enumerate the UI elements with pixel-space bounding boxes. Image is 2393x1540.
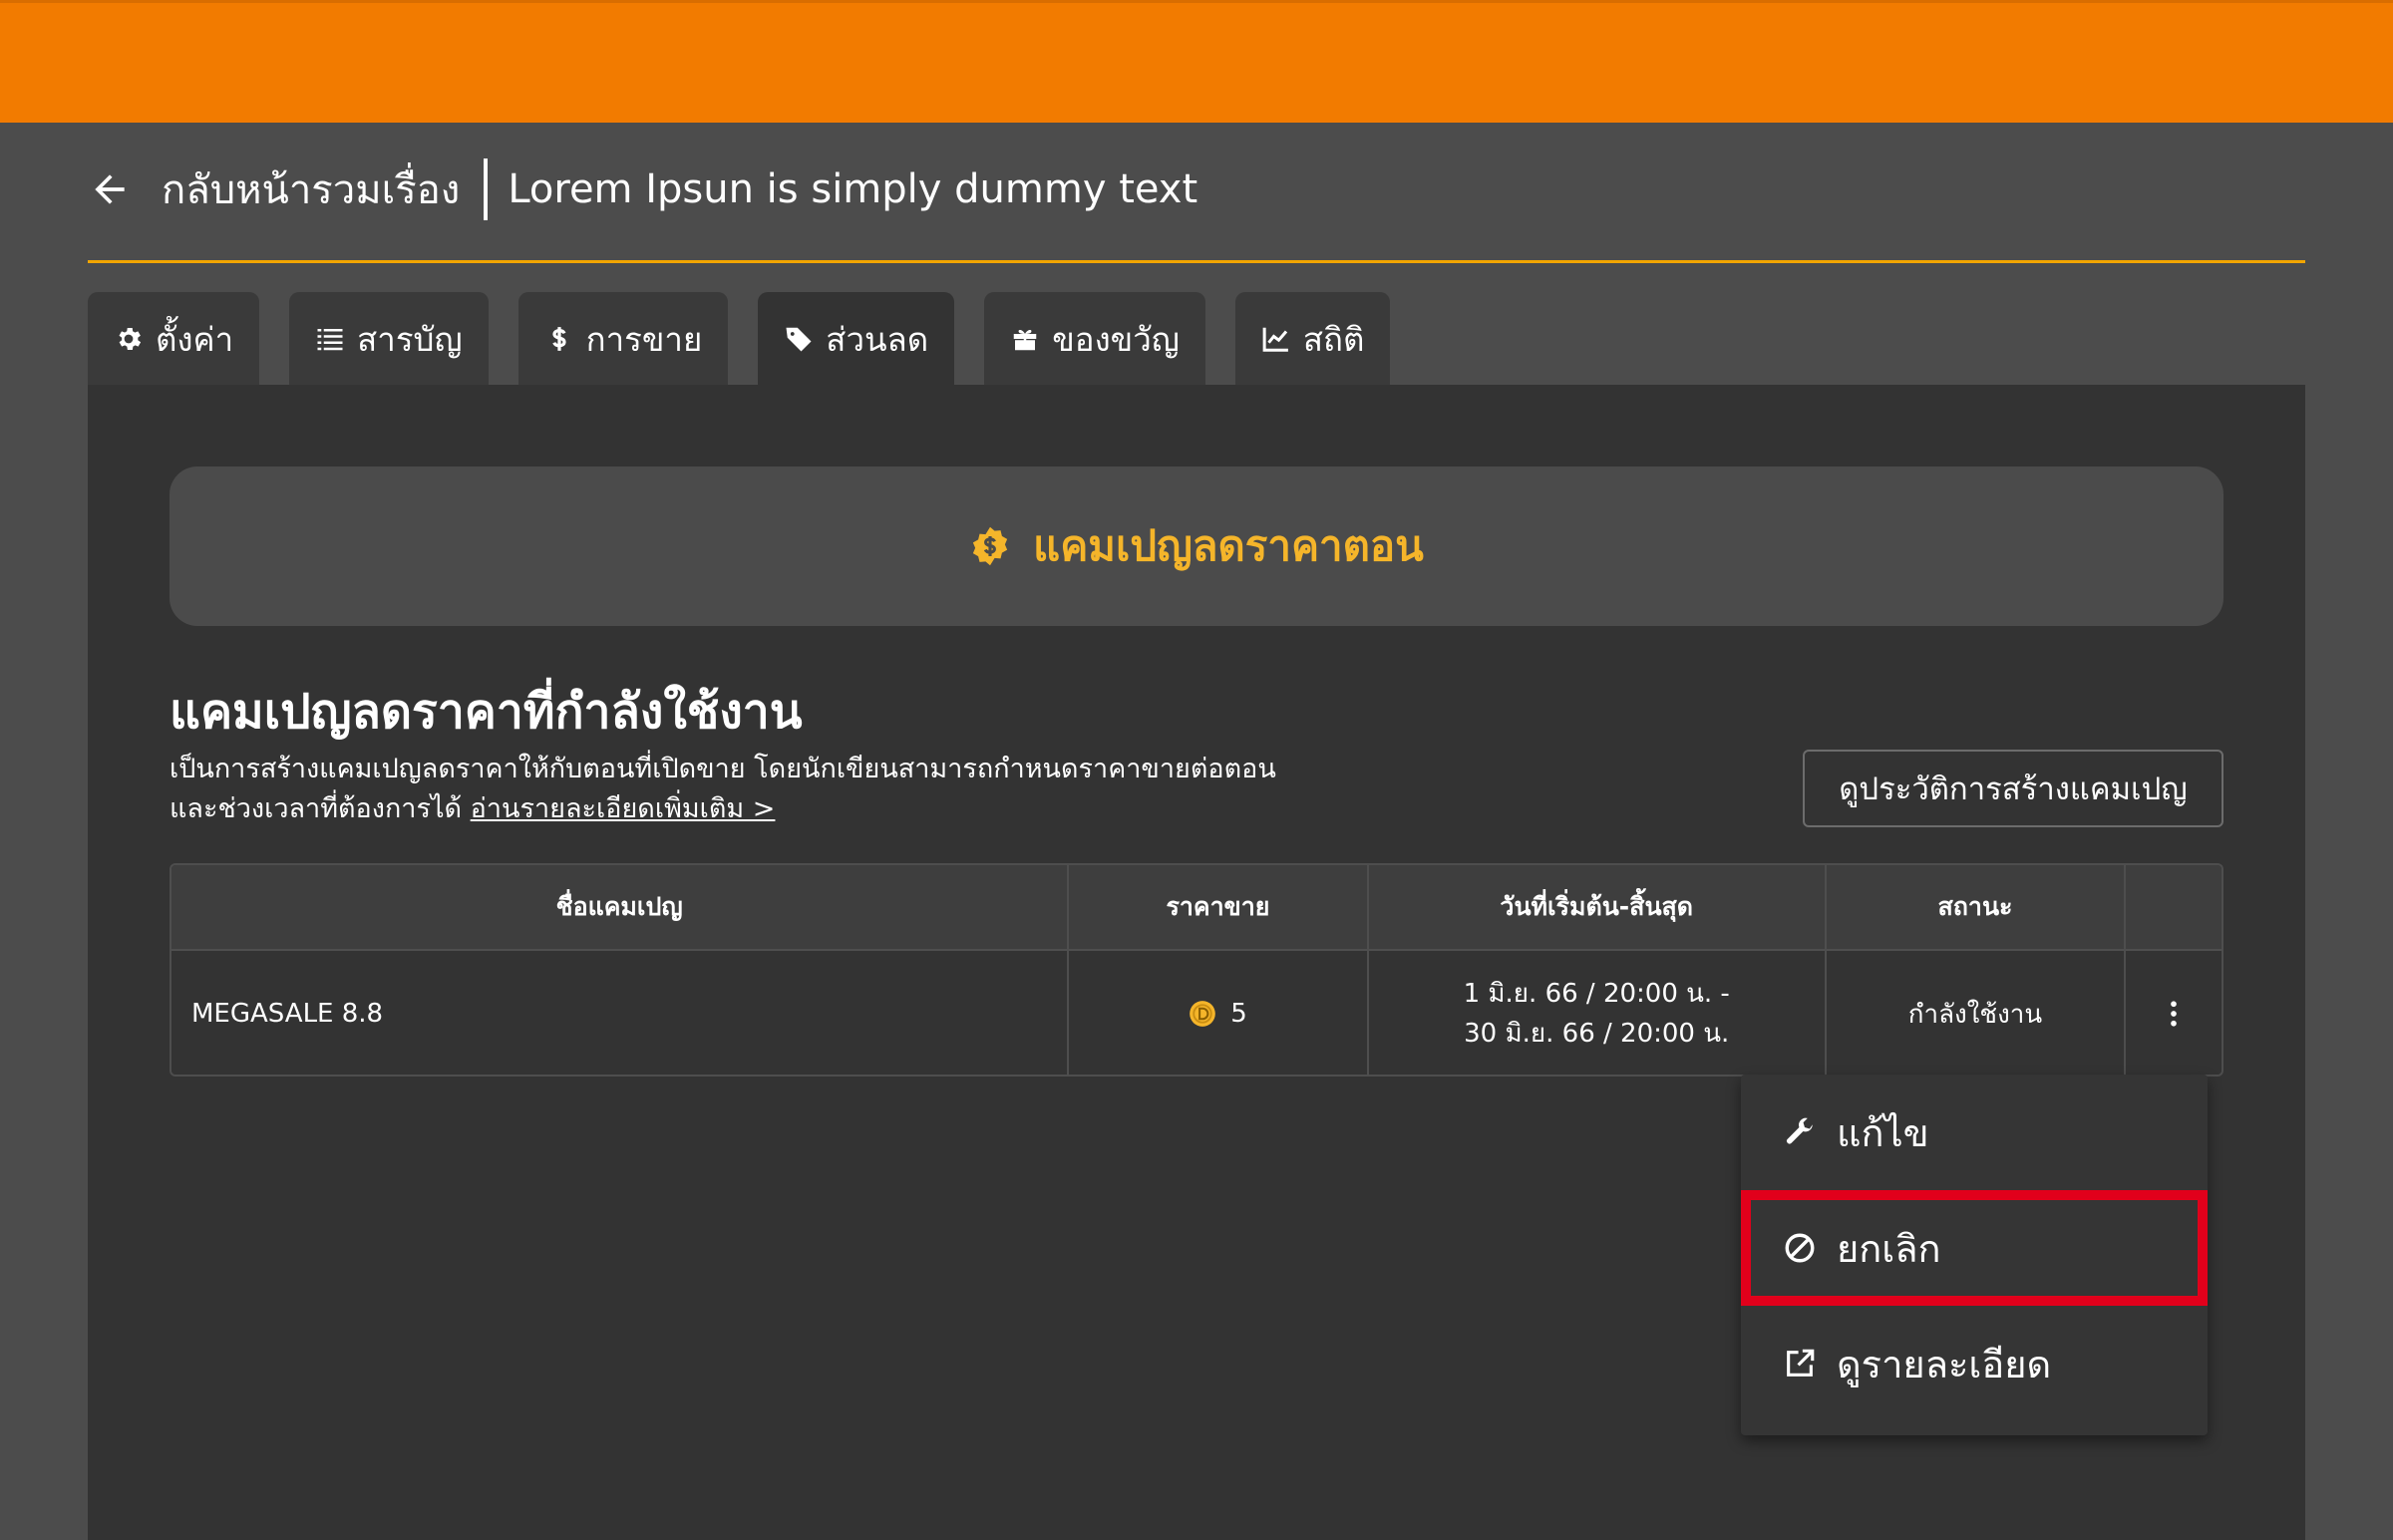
- campaign-history-button[interactable]: ดูประวัติการสร้างแคมเปญ: [1803, 750, 2223, 827]
- wrench-icon: [1786, 1117, 1813, 1144]
- dollar-icon: [551, 327, 566, 351]
- tab-gifts[interactable]: ของขวัญ: [984, 292, 1205, 386]
- gift-icon: [1013, 329, 1037, 351]
- description-line: และช่วงเวลาที่ต้องการได้ อ่านรายละเอียดเ…: [170, 789, 1426, 829]
- campaign-banner: แคมเปญลดราคาตอน: [170, 466, 2223, 626]
- page-title: Lorem Ipsun is simply dummy text: [508, 165, 1198, 212]
- menu-item-label: แก้ไข: [1837, 1110, 1929, 1155]
- tag-icon: [786, 327, 812, 352]
- tab-contents[interactable]: สารบัญ: [289, 292, 489, 386]
- list-icon: [317, 329, 343, 351]
- description-text: และช่วงเวลาที่ต้องการได้: [170, 793, 463, 824]
- table-row: MEGASALE 8.8 5 1 มิ.ย. 66 / 20:00 น. - 3…: [171, 951, 2222, 1075]
- tab-stats[interactable]: สถิติ: [1234, 292, 1391, 386]
- column-header-status: สถานะ: [1827, 865, 2127, 949]
- tab-label: ส่วนลด: [826, 319, 929, 359]
- row-actions-button[interactable]: [2126, 951, 2222, 1075]
- arrow-left-icon[interactable]: [88, 167, 132, 211]
- campaign-price: 5: [1069, 951, 1369, 1075]
- kebab-menu-icon: [2171, 1001, 2177, 1027]
- banner-title: แคมเปญลดราคาตอน: [1033, 521, 1424, 570]
- column-header-name: ชื่อแคมเปญ: [171, 865, 1070, 949]
- tab-label: ตั้งค่า: [156, 319, 234, 359]
- tab-label: สารบัญ: [357, 319, 463, 359]
- top-bar: [0, 0, 2393, 123]
- gear-icon: [119, 328, 142, 350]
- description-line: เป็นการสร้างแคมเปญลดราคาให้กับตอนที่เปิด…: [170, 754, 1276, 784]
- menu-item-edit[interactable]: แก้ไข: [1741, 1075, 2208, 1190]
- tab-label: สถิติ: [1302, 319, 1365, 359]
- back-link[interactable]: กลับหน้ารวมเรื่อง: [162, 157, 460, 221]
- coin-icon: [1190, 1001, 1216, 1027]
- ban-icon: [1785, 1233, 1815, 1263]
- tab-label: การขาย: [585, 319, 703, 359]
- column-header-actions: [2126, 865, 2222, 949]
- date-end: 30 มิ.ย. 66 / 20:00 น.: [1464, 1019, 1730, 1049]
- column-header-dates: วันที่เริ่มต้น-สิ้นสุด: [1369, 865, 1827, 949]
- menu-item-label: ยกเลิก: [1837, 1226, 1941, 1271]
- header-separator: [484, 157, 489, 220]
- tab-bar: ตั้งค่า สารบัญ การขาย ส่วนลด ของขวัญ สถิ…: [88, 292, 1420, 386]
- page-header: กลับหน้ารวมเรื่อง Lorem Ipsun is simply …: [88, 157, 2305, 263]
- menu-item-label: ดูรายละเอียด: [1837, 1342, 2052, 1386]
- menu-item-view-details[interactable]: ดูรายละเอียด: [1741, 1306, 2208, 1421]
- row-actions-menu: แก้ไข ยกเลิก ดูรายละเอียด: [1741, 1075, 2208, 1435]
- read-more-link[interactable]: อ่านรายละเอียดเพิ่มเติม >: [471, 793, 776, 824]
- tab-discount[interactable]: ส่วนลด: [758, 292, 955, 386]
- chart-line-icon: [1262, 327, 1288, 352]
- section-description: เป็นการสร้างแคมเปญลดราคาให้กับตอนที่เปิด…: [170, 750, 1426, 829]
- tab-settings[interactable]: ตั้งค่า: [88, 292, 260, 386]
- column-header-price: ราคาขาย: [1069, 865, 1369, 949]
- campaign-status: กำลังใช้งาน: [1827, 951, 2127, 1075]
- tab-sales[interactable]: การขาย: [517, 292, 729, 386]
- price-value: 5: [1230, 999, 1247, 1029]
- date-start: 1 มิ.ย. 66 / 20:00 น. -: [1463, 979, 1730, 1009]
- tab-label: ของขวัญ: [1052, 319, 1180, 359]
- external-link-icon: [1787, 1349, 1815, 1377]
- table-header: ชื่อแคมเปญ ราคาขาย วันที่เริ่มต้น-สิ้นสุ…: [171, 865, 2222, 951]
- campaign-dates: 1 มิ.ย. 66 / 20:00 น. - 30 มิ.ย. 66 / 20…: [1369, 951, 1827, 1075]
- section-title: แคมเปญลดราคาที่กำลังใช้งาน: [170, 684, 803, 740]
- campaign-table: ชื่อแคมเปญ ราคาขาย วันที่เริ่มต้น-สิ้นสุ…: [170, 863, 2223, 1077]
- campaign-name: MEGASALE 8.8: [171, 951, 1070, 1075]
- menu-item-cancel[interactable]: ยกเลิก: [1741, 1190, 2208, 1306]
- discount-badge-icon: [972, 526, 1008, 566]
